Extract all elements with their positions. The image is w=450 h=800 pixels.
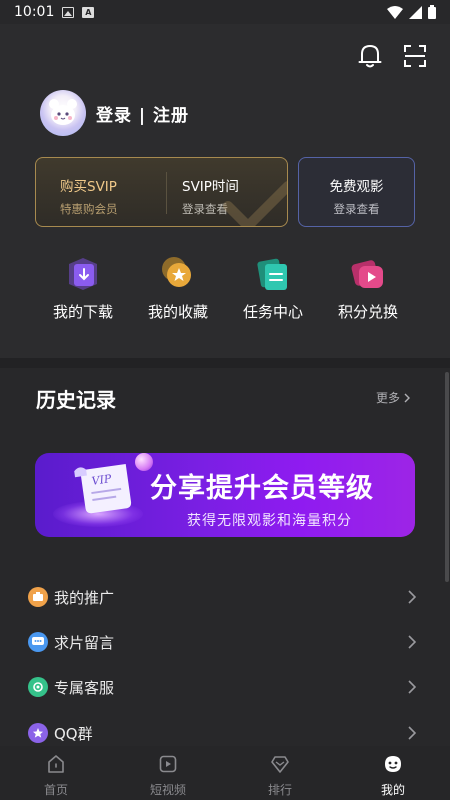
share-upgrade-banner[interactable]: VIP 分享提升会员等级 获得无限观影和海量积分 <box>35 453 415 537</box>
svg-text:VIP: VIP <box>91 472 113 488</box>
chevron-right-icon <box>408 590 416 604</box>
ranking-icon <box>271 756 289 773</box>
quick-action-favorites[interactable]: 我的收藏 <box>128 254 228 322</box>
history-more-label: 更多 <box>376 391 401 405</box>
banner-title: 分享提升会员等级 <box>150 473 374 504</box>
quick-action-label: 积分兑换 <box>337 303 398 321</box>
tab-label: 短视频 <box>149 783 186 797</box>
buy-svip-title: 购买SVIP <box>60 179 117 195</box>
menu-item-promote[interactable]: 我的推广 <box>28 582 420 612</box>
qq-group-icon <box>28 723 48 743</box>
tab-label: 我的 <box>380 783 405 797</box>
buy-svip-subtitle: 特惠购会员 <box>60 202 118 216</box>
star-icon <box>158 254 198 294</box>
tab-short-video[interactable]: 短视频 <box>128 754 208 798</box>
quick-action-exchange[interactable]: 积分兑换 <box>318 254 418 322</box>
free-watch-card[interactable]: 免费观影 登录查看 <box>298 157 415 227</box>
promote-icon <box>28 587 48 607</box>
message-icon <box>28 632 48 652</box>
menu-item-service[interactable]: 专属客服 <box>28 672 420 702</box>
signal-icon <box>409 5 422 19</box>
bell-icon[interactable] <box>358 43 382 69</box>
profile-header: 登录 | 注册 购买SVIP 特惠购会员 SVIP时间 登录查看 免费观影 登录… <box>0 24 450 358</box>
wifi-icon <box>387 5 403 19</box>
download-icon <box>63 254 103 294</box>
menu-item-label: 求片留言 <box>54 633 115 652</box>
menu-item-label: 我的推广 <box>54 588 115 607</box>
tab-label: 首页 <box>43 783 68 797</box>
status-time: 10:01 <box>14 4 55 20</box>
profile-icon <box>385 756 401 772</box>
quick-action-label: 我的下载 <box>52 303 113 321</box>
quick-action-label: 任务中心 <box>242 303 303 321</box>
short-video-icon <box>159 755 177 773</box>
quick-action-tasks[interactable]: 任务中心 <box>223 254 323 322</box>
scrollbar[interactable] <box>445 372 449 582</box>
chevron-right-icon <box>404 393 411 402</box>
quick-action-label: 我的收藏 <box>147 303 208 321</box>
crown-decoration-icon <box>223 181 287 226</box>
battery-icon <box>428 5 436 19</box>
avatar[interactable] <box>40 90 86 136</box>
menu-item-label: 专属客服 <box>54 678 115 697</box>
chevron-right-icon <box>408 726 416 740</box>
tab-profile[interactable]: 我的 <box>353 754 433 798</box>
vip-card-divider <box>166 172 167 214</box>
banner-subtitle: 获得无限观影和海量积分 <box>187 513 352 529</box>
task-icon <box>253 254 293 294</box>
tab-home[interactable]: 首页 <box>16 754 96 798</box>
menu-item-request[interactable]: 求片留言 <box>28 627 420 657</box>
menu-item-label: QQ群 <box>54 724 93 743</box>
status-bar: 10:01 A <box>0 0 450 24</box>
free-watch-title: 免费观影 <box>329 179 384 195</box>
service-icon <box>28 677 48 697</box>
menu-item-qq-group[interactable]: QQ群 <box>28 718 420 748</box>
home-icon <box>48 755 64 773</box>
chevron-right-icon <box>408 635 416 649</box>
scan-icon[interactable] <box>403 44 427 68</box>
buy-svip-button[interactable]: 购买SVIP 特惠购会员 <box>60 175 118 217</box>
login-register-link[interactable]: 登录 | 注册 <box>96 101 189 126</box>
tab-ranking[interactable]: 排行 <box>240 754 320 798</box>
a-icon: A <box>82 6 95 18</box>
bottom-tab-bar: 首页 短视频 排行 我的 <box>0 746 450 800</box>
tab-label: 排行 <box>267 783 292 797</box>
history-title: 历史记录 <box>36 388 116 412</box>
free-watch-subtitle: 登录查看 <box>333 202 380 216</box>
vip-ticket-icon: VIP <box>74 464 132 514</box>
svip-card: 购买SVIP 特惠购会员 SVIP时间 登录查看 <box>35 157 288 227</box>
exchange-icon <box>348 254 388 294</box>
image-icon <box>62 6 75 18</box>
section-divider <box>0 358 450 368</box>
quick-action-download[interactable]: 我的下载 <box>33 254 133 322</box>
chevron-right-icon <box>408 680 416 694</box>
history-more-link[interactable]: 更多 <box>376 389 411 406</box>
